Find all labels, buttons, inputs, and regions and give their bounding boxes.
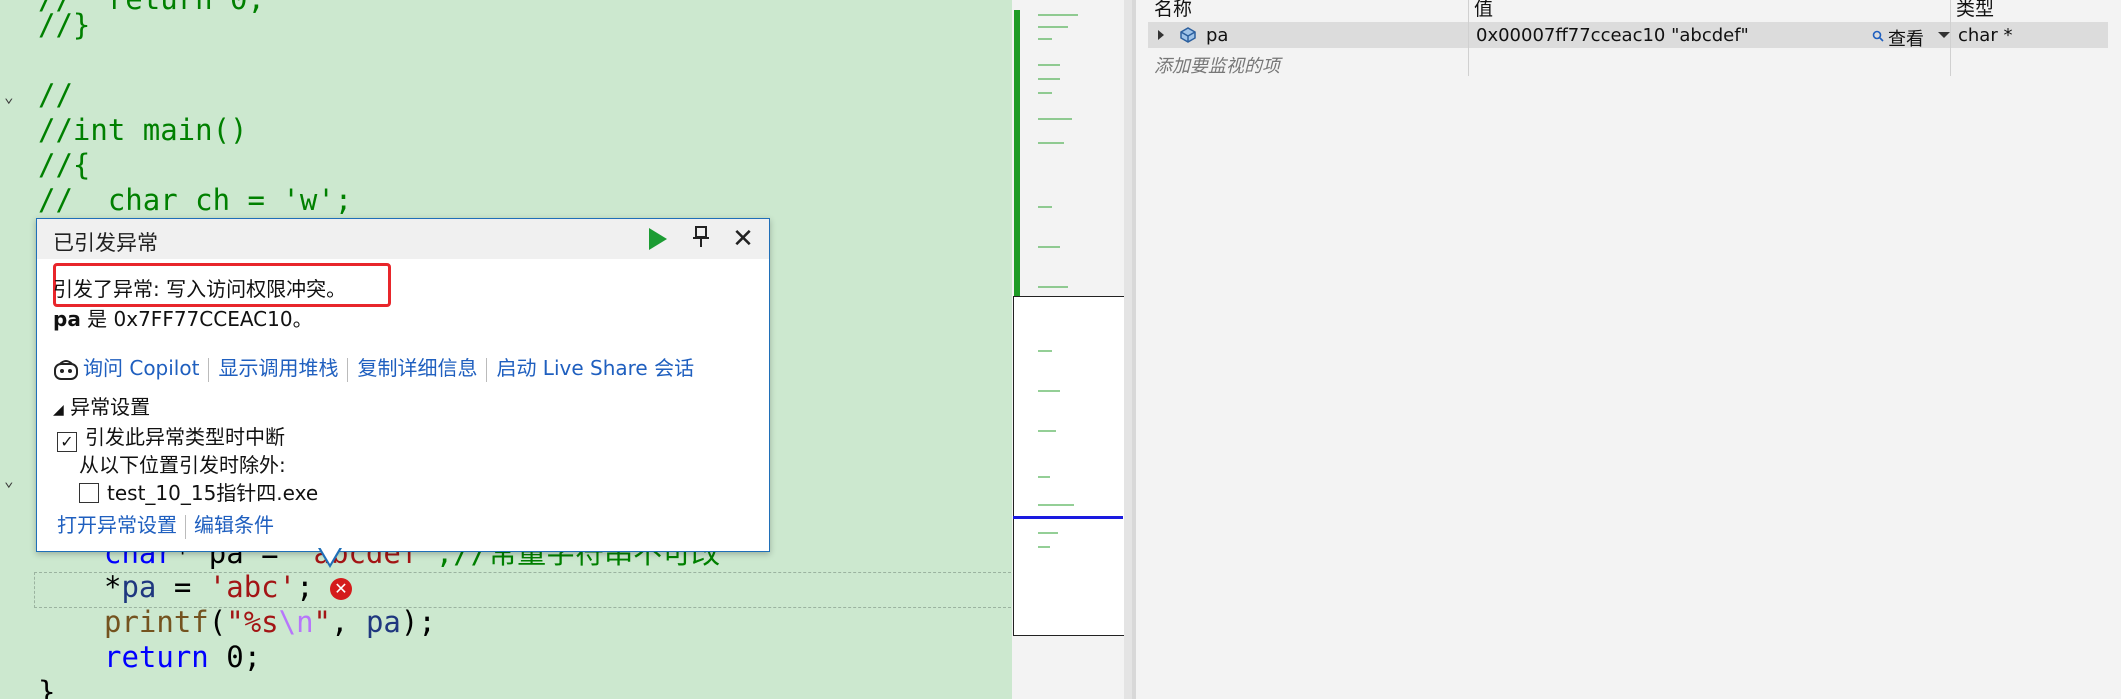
minimap-text xyxy=(1038,206,1052,208)
popup-header: 已引发异常 ✕ xyxy=(37,219,769,259)
minimap-text xyxy=(1038,350,1052,352)
break-checkbox[interactable]: ✓ xyxy=(57,432,77,452)
minimap-text xyxy=(1038,430,1056,432)
code-line: //{ xyxy=(38,148,91,182)
live-share-link[interactable]: 启动 Live Share 会话 xyxy=(496,356,694,380)
open-exception-settings-link[interactable]: 打开异常设置 xyxy=(57,513,177,537)
exception-popup: 已引发异常 ✕ 引发了异常: 写入访问权限冲突。 pa 是 0x7FF77CCE… xyxy=(36,218,770,552)
minimap-text xyxy=(1038,38,1052,40)
watch-panel: 名称 值 类型 pa 0x00007ff77cceac10 "abcdef" 查… xyxy=(1136,0,2121,699)
popup-title: 已引发异常 xyxy=(53,231,158,255)
minimap-text xyxy=(1038,476,1050,478)
code-line-error: *pa = 'abc'; xyxy=(104,570,314,604)
module-checkbox[interactable] xyxy=(79,483,99,503)
error-icon[interactable]: ✕ xyxy=(330,578,352,600)
code-line: // xyxy=(38,78,73,112)
collapse-triangle-icon: ◢ xyxy=(53,402,64,418)
show-call-stack-link[interactable]: 显示调用堆栈 xyxy=(218,356,338,380)
continue-play-icon[interactable] xyxy=(643,225,671,253)
popup-pointer-inner xyxy=(320,547,340,564)
code-line-printf: printf("%s\n", pa); xyxy=(104,605,436,639)
column-header-type[interactable]: 类型 xyxy=(1956,0,1994,21)
edit-conditions-link[interactable]: 编辑条件 xyxy=(194,513,274,537)
watch-name: pa xyxy=(1206,25,1229,46)
minimap-text xyxy=(1038,14,1078,16)
minimap-text xyxy=(1038,118,1072,120)
watch-type: char * xyxy=(1958,25,2013,46)
code-line-return: return 0; xyxy=(104,640,262,674)
copilot-icon xyxy=(54,359,78,380)
minimap-text xyxy=(1038,504,1074,506)
minimap-text xyxy=(1038,92,1052,94)
exception-settings-section[interactable]: ◢ 异常设置 xyxy=(53,391,150,420)
popup-bottom-links: 打开异常设置 编辑条件 xyxy=(57,509,274,539)
popup-actions: 询问 Copilot 显示调用堆栈 复制详细信息 启动 Live Share 会话 xyxy=(53,352,694,382)
code-editor[interactable]: // return 0; //} ⌄ // //int main() //{ /… xyxy=(0,0,1012,699)
close-icon[interactable]: ✕ xyxy=(729,225,757,253)
code-line: //} xyxy=(38,8,91,42)
exception-detail: pa 是 0x7FF77CCEAC10。 xyxy=(53,307,313,331)
minimap-text xyxy=(1038,78,1060,80)
minimap-current-line xyxy=(1013,516,1123,519)
ask-copilot-link[interactable]: 询问 Copilot xyxy=(83,356,199,380)
magnifier-icon[interactable] xyxy=(1872,30,1884,42)
watch-value[interactable]: 0x00007ff77cceac10 "abcdef" xyxy=(1476,25,1749,46)
code-line: // char ch = 'w'; xyxy=(38,183,353,217)
minimap-viewport[interactable] xyxy=(1013,296,1125,636)
expand-triangle-icon[interactable] xyxy=(1158,30,1164,40)
code-line-close-brace: } xyxy=(38,675,56,699)
break-on-exception-row[interactable]: ✓ 引发此异常类型时中断 xyxy=(57,421,285,452)
minimap-text xyxy=(1038,390,1060,392)
except-module-row[interactable]: test_10_15指针四.exe xyxy=(79,477,318,506)
column-separator xyxy=(1468,0,1469,76)
fold-chevron-icon[interactable]: ⌄ xyxy=(4,88,22,106)
variable-icon xyxy=(1180,27,1196,43)
minimap-text xyxy=(1038,286,1068,288)
column-separator xyxy=(1950,0,1951,76)
add-watch-placeholder[interactable]: 添加要监视的项 xyxy=(1154,52,1280,78)
minimap-text xyxy=(1038,546,1050,548)
minimap-text xyxy=(1038,64,1060,66)
pin-icon[interactable] xyxy=(687,225,715,253)
chevron-down-icon[interactable] xyxy=(1938,32,1950,38)
copy-details-link[interactable]: 复制详细信息 xyxy=(357,356,477,380)
column-header-value[interactable]: 值 xyxy=(1474,0,1493,21)
minimap-text xyxy=(1038,142,1064,144)
fold-chevron-icon[interactable]: ⌄ xyxy=(4,472,22,490)
except-label: 从以下位置引发时除外: xyxy=(79,453,286,477)
column-header-name[interactable]: 名称 xyxy=(1154,0,1192,21)
view-visualizer-button[interactable]: 查看 xyxy=(1888,25,1924,51)
code-minimap[interactable] xyxy=(1012,0,1125,699)
minimap-text xyxy=(1038,246,1060,248)
code-line: //int main() xyxy=(38,113,248,147)
exception-message: 引发了异常: 写入访问权限冲突。 xyxy=(53,277,347,301)
vertical-scrollbar[interactable] xyxy=(1124,0,1132,699)
minimap-text xyxy=(1038,26,1068,28)
minimap-text xyxy=(1038,532,1058,534)
